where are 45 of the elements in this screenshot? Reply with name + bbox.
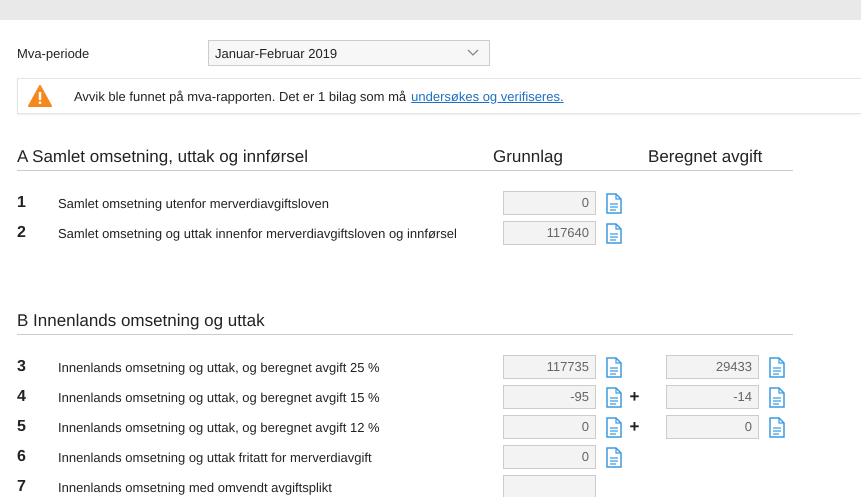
alert-message: Avvik ble funnet på mva-rapporten. Det er 1 bilag som må	[74, 88, 406, 104]
amount-field[interactable]: 29433	[666, 355, 759, 379]
column-header: Grunnlag	[493, 147, 564, 167]
amount-field[interactable]: 0	[503, 445, 596, 469]
column-header: Beregnet avgift	[648, 147, 762, 167]
row-label: Samlet omsetning og uttak innenfor merverdiavgiftsloven og innførsel	[58, 226, 458, 240]
document-icon[interactable]	[769, 356, 785, 378]
amount-field[interactable]: 0	[503, 191, 596, 215]
row-number: 6	[17, 448, 27, 466]
amount-field[interactable]: 0	[666, 415, 759, 439]
amount-field[interactable]: 117640	[503, 221, 596, 245]
row-number: 2	[17, 224, 27, 242]
document-icon[interactable]	[606, 386, 622, 408]
plus-sign: +	[630, 417, 640, 437]
document-icon[interactable]	[606, 356, 622, 378]
amount-field[interactable]: 0	[503, 415, 596, 439]
row-number: 4	[17, 388, 27, 406]
amount-field[interactable]: -14	[666, 385, 759, 409]
row-number: 5	[17, 418, 27, 436]
row-label: Samlet omsetning utenfor merverdiavgiftsloven	[58, 196, 330, 210]
section-title: B Innenlands omsetning og uttak	[17, 311, 266, 331]
verify-link[interactable]: undersøkes og verifiseres.	[411, 88, 564, 104]
row-number: 3	[17, 358, 27, 376]
chevron-down-icon	[467, 49, 479, 57]
document-icon[interactable]	[769, 416, 785, 438]
amount-field[interactable]	[503, 475, 596, 497]
document-icon[interactable]	[606, 222, 622, 244]
document-icon[interactable]	[769, 386, 785, 408]
warning-icon	[28, 85, 52, 107]
period-label: Mva-periode	[17, 46, 90, 60]
amount-field[interactable]: -95	[503, 385, 596, 409]
amount-field[interactable]: 117735	[503, 355, 596, 379]
document-icon[interactable]	[606, 416, 622, 438]
section-title: A Samlet omsetning, uttak og innførsel	[17, 147, 310, 167]
row-label: Innenlands omsetning og uttak fritatt for merverdiavgift	[58, 450, 373, 464]
period-select[interactable]: Januar-Februar 2019	[208, 40, 490, 66]
row-label: Innenlands omsetning og uttak, og beregnet avgift 12 %	[58, 420, 381, 434]
row-label: Innenlands omsetning med omvendt avgiftsplikt	[58, 480, 333, 494]
row-label: Innenlands omsetning og uttak, og beregnet avgift 25 %	[58, 360, 381, 374]
document-icon[interactable]	[606, 192, 622, 214]
plus-sign: +	[630, 387, 640, 407]
row-label: Innenlands omsetning og uttak, og beregnet avgift 15 %	[58, 390, 381, 404]
document-icon[interactable]	[606, 446, 622, 468]
row-number: 7	[17, 478, 27, 496]
row-number: 1	[17, 194, 27, 212]
